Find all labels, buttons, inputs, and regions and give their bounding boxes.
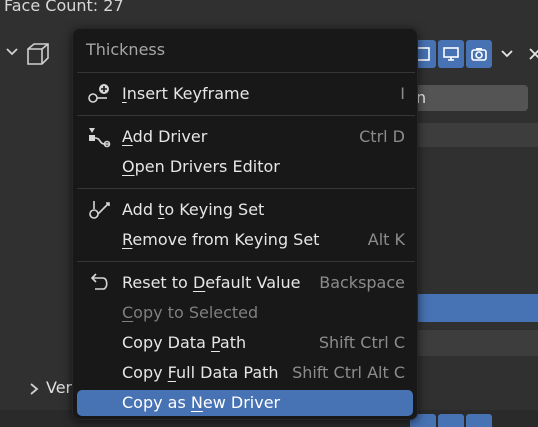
menu-item-shortcut: Shift Ctrl Alt C	[292, 363, 405, 382]
chevron-right-icon[interactable]	[28, 381, 40, 400]
viewport-button[interactable]	[438, 40, 464, 68]
menu-item-label: Copy Full Data Path	[122, 363, 279, 382]
property-field[interactable]	[410, 330, 538, 356]
viewport-button[interactable]	[438, 414, 464, 427]
dropdown-button[interactable]	[494, 40, 520, 68]
chevron-down-icon[interactable]	[4, 44, 20, 64]
menu-item-label: Insert Keyframe	[122, 84, 250, 103]
menu-item-label: Copy Data Path	[122, 333, 247, 352]
menu-divider	[77, 188, 415, 189]
menu-item-shortcut: Alt K	[367, 230, 405, 249]
menu-title: Thickness	[86, 40, 166, 59]
render-button[interactable]	[466, 414, 492, 427]
panel-section-label: Ver	[46, 378, 73, 397]
menu-item-add-to-keying-set[interactable]: Add to Keying Set	[77, 197, 413, 223]
name-field[interactable]: n	[410, 85, 528, 111]
keying-set-icon	[87, 199, 113, 221]
menu-item-label: Add Driver	[122, 127, 208, 146]
face-count-label: Face Count: 27	[4, 0, 124, 15]
menu-item-remove-from-keying-set[interactable]: Remove from Keying Set Alt K	[77, 227, 413, 253]
property-field[interactable]	[410, 123, 538, 147]
menu-item-open-drivers-editor[interactable]: Open Drivers Editor	[77, 154, 413, 180]
menu-item-label: Reset to Default Value	[122, 273, 301, 292]
menu-divider	[77, 261, 415, 262]
menu-divider	[77, 115, 415, 116]
menu-item-add-driver[interactable]: Add Driver Ctrl D	[77, 124, 413, 150]
keyframe-insert-icon	[87, 83, 113, 105]
close-button[interactable]	[522, 40, 538, 68]
menu-item-shortcut: Shift Ctrl C	[318, 333, 405, 352]
menu-divider	[77, 72, 415, 73]
menu-item-copy-to-selected: Copy to Selected	[77, 300, 413, 326]
camera-icon	[471, 48, 487, 61]
monitor-icon	[443, 47, 459, 61]
menu-item-copy-data-path[interactable]: Copy Data Path Shift Ctrl C	[77, 330, 413, 356]
menu-item-label: Copy as New Driver	[122, 393, 281, 412]
menu-item-label: Add to Keying Set	[122, 200, 265, 219]
reset-icon	[87, 272, 113, 294]
render-button[interactable]	[466, 40, 492, 68]
menu-item-copy-full-data-path[interactable]: Copy Full Data Path Shift Ctrl Alt C	[77, 360, 413, 386]
highlighted-field[interactable]	[410, 294, 538, 322]
menu-item-shortcut: Ctrl D	[359, 127, 405, 146]
driver-icon	[87, 126, 113, 148]
visibility-toggles	[410, 40, 538, 68]
mesh-cube-icon	[24, 40, 52, 68]
menu-item-shortcut: Backspace	[319, 273, 405, 292]
menu-item-insert-keyframe[interactable]: Insert Keyframe I	[77, 81, 413, 107]
menu-item-label: Remove from Keying Set	[122, 230, 320, 249]
chevron-down-icon	[501, 50, 513, 58]
menu-item-label: Open Drivers Editor	[122, 157, 280, 176]
context-menu: Thickness Insert Keyframe I Add Driver C…	[72, 28, 418, 420]
menu-item-copy-as-new-driver[interactable]: Copy as New Driver	[77, 390, 413, 416]
close-icon	[529, 48, 538, 60]
menu-item-shortcut: I	[400, 84, 405, 103]
menu-item-label: Copy to Selected	[122, 303, 259, 322]
menu-item-reset-to-default[interactable]: Reset to Default Value Backspace	[77, 270, 413, 296]
